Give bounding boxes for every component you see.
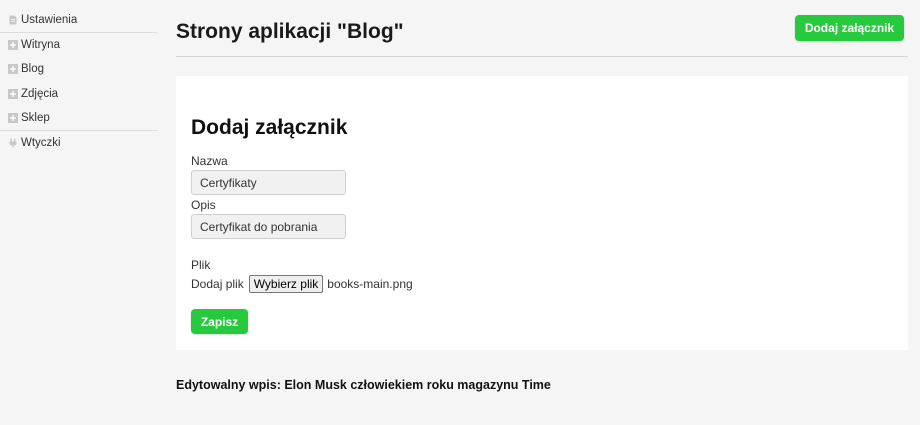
name-input[interactable] <box>191 170 346 195</box>
selected-file-name: books-main.png <box>327 277 413 291</box>
sidebar-item-label: Blog <box>21 63 45 76</box>
sidebar-item-blog[interactable]: Blog <box>0 57 157 82</box>
sidebar-item-label: Witryna <box>21 38 60 51</box>
document-icon <box>9 15 17 25</box>
plus-box-icon <box>8 112 18 123</box>
page-title: Strony aplikacji "Blog" <box>176 20 404 43</box>
sidebar-item-ustawienia[interactable]: Ustawienia <box>0 8 157 33</box>
file-input-row: Dodaj plik Wybierz plik books-main.png <box>191 275 413 293</box>
main-content: Strony aplikacji "Blog" Dodaj załącznik … <box>176 0 908 425</box>
sidebar-item-zdjecia[interactable]: Zdjęcia <box>0 82 157 107</box>
save-button[interactable]: Zapisz <box>191 309 248 334</box>
sidebar-item-wtyczki[interactable]: Wtyczki <box>0 131 157 156</box>
plug-icon <box>9 138 17 148</box>
add-attachment-button[interactable]: Dodaj załącznik <box>795 15 904 41</box>
sidebar-item-sklep[interactable]: Sklep <box>0 106 157 131</box>
choose-file-button[interactable]: Wybierz plik <box>248 275 324 293</box>
file-prefix-text: Dodaj plik <box>191 277 244 291</box>
plus-box-icon <box>8 64 18 75</box>
plus-box-icon <box>8 39 18 50</box>
name-label: Nazwa <box>191 154 228 168</box>
header-divider <box>176 56 908 57</box>
editable-entry-link[interactable]: Edytowalny wpis: Elon Musk człowiekiem r… <box>176 378 551 392</box>
sidebar-item-label: Ustawienia <box>21 13 78 26</box>
form-title: Dodaj załącznik <box>191 116 348 139</box>
sidebar: Ustawienia Witryna Blog Zdjęcia Sklep Wt… <box>0 0 157 425</box>
plus-box-icon <box>8 88 18 99</box>
description-label: Opis <box>191 198 216 212</box>
attachment-form-card: Dodaj załącznik Nazwa Opis Plik Dodaj pl… <box>176 76 908 350</box>
file-label: Plik <box>191 258 211 272</box>
sidebar-item-label: Zdjęcia <box>21 87 59 100</box>
sidebar-item-label: Sklep <box>21 111 50 124</box>
sidebar-item-label: Wtyczki <box>21 136 61 149</box>
sidebar-item-witryna[interactable]: Witryna <box>0 33 157 58</box>
description-input[interactable] <box>191 214 346 239</box>
